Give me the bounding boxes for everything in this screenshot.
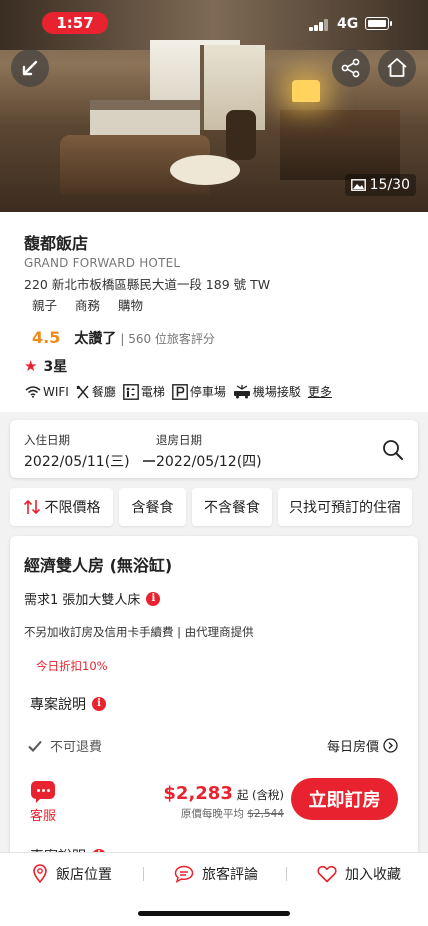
customer-service-button[interactable]: 客服 xyxy=(30,781,56,824)
hotel-name: 馥都飯店 xyxy=(24,234,89,253)
star-rating: ★ 3星 xyxy=(24,356,67,376)
original-price: 原價每晚平均 $2,544 xyxy=(180,808,284,820)
price-suffix: 起 (含稅) xyxy=(236,788,284,802)
reviews-button[interactable]: 旅客評論 xyxy=(174,863,258,885)
search-icon[interactable] xyxy=(382,439,404,461)
heart-icon xyxy=(317,865,337,883)
info-icon[interactable]: i xyxy=(92,697,106,711)
meal-included-chip[interactable]: 含餐食 xyxy=(119,488,186,526)
chevron-right-circle-icon xyxy=(383,738,398,753)
price-filter-chip[interactable]: 不限價格 xyxy=(10,488,113,526)
tag: 親子 xyxy=(32,298,58,313)
rating-verdict: 太讚了 xyxy=(74,331,117,347)
hotel-detail-page: 1:57 4G 15/30 馥都飯店 GRAND FORWARD HOTEL 2… xyxy=(0,0,428,926)
amenities: WIFI 餐廳 電梯 停車場 機場接駁 更多 xyxy=(25,383,332,400)
back-button[interactable] xyxy=(11,49,49,87)
amenity-restaurant: 餐廳 xyxy=(76,383,116,400)
airport-shuttle-icon xyxy=(233,385,250,399)
checkin-label: 入住日期 xyxy=(24,433,70,447)
home-button[interactable] xyxy=(378,49,416,87)
book-now-button[interactable]: 立即訂房 xyxy=(291,778,398,820)
checkin-date[interactable]: 2022/05/11(三) xyxy=(24,451,130,471)
home-icon xyxy=(387,58,407,77)
status-bar: 1:57 4G xyxy=(0,0,428,44)
amenity-shuttle: 機場接駁 xyxy=(233,383,301,400)
filter-chips: 不限價格 含餐食 不含餐食 只找可預訂的住宿 xyxy=(10,488,412,526)
checkout-date[interactable]: 2022/05/12(四) xyxy=(156,451,262,471)
map-pin-icon xyxy=(33,864,47,884)
review-count: | 560 位旅客評分 xyxy=(120,332,215,346)
amenity-elevator: 電梯 xyxy=(122,383,165,400)
info-icon[interactable]: i xyxy=(146,591,161,606)
date-separator xyxy=(143,460,155,462)
divider xyxy=(286,867,287,881)
rating[interactable]: 4.5 太讚了 | 560 位旅客評分 xyxy=(32,328,215,348)
tag: 購物 xyxy=(118,298,144,313)
hotel-tags: 親子 商務 購物 xyxy=(32,295,143,314)
star-icon: ★ xyxy=(24,357,38,375)
room-title: 經濟雙人房 (無浴缸) xyxy=(24,556,173,575)
battery-icon xyxy=(365,17,392,30)
bed-info[interactable]: 需求1 張加大雙人床 i xyxy=(24,589,161,608)
hotel-location-button[interactable]: 飯店位置 xyxy=(32,863,112,885)
back-arrow-icon xyxy=(22,60,38,76)
check-icon xyxy=(28,740,42,752)
divider xyxy=(143,867,144,881)
photo-count-text: 15/30 xyxy=(369,177,410,193)
add-favorite-button[interactable]: 加入收藏 xyxy=(317,863,401,885)
signal-icon xyxy=(309,19,329,31)
discount-badge: 今日折扣10% xyxy=(36,659,108,673)
sort-icon xyxy=(23,499,40,515)
price-block: $2,283 起 (含稅) 原價每晚平均 $2,544 xyxy=(163,783,284,821)
available-only-chip[interactable]: 只找可預訂的住宿 xyxy=(278,488,412,526)
amenity-wifi: WIFI xyxy=(25,385,69,399)
cutlery-icon xyxy=(76,385,89,398)
amenities-more-link[interactable]: 更多 xyxy=(308,383,332,400)
amenity-parking: 停車場 xyxy=(171,383,226,400)
star-label: 3星 xyxy=(43,359,68,375)
image-icon xyxy=(350,179,366,191)
hotel-name-en: GRAND FORWARD HOTEL xyxy=(24,256,181,270)
hotel-address[interactable]: 220 新北市板橋區縣民大道一段 189 號 TW xyxy=(24,274,270,293)
wifi-icon xyxy=(25,386,41,398)
room-price: $2,283 xyxy=(163,783,233,804)
fee-note: 不另加收訂房及信用卡手續費 | 由代理商提供 xyxy=(24,625,254,639)
photo-counter[interactable]: 15/30 xyxy=(344,174,416,196)
elevator-icon xyxy=(122,383,139,400)
share-button[interactable] xyxy=(332,49,370,87)
date-selector[interactable]: 入住日期 2022/05/11(三) 退房日期 2022/05/12(四) xyxy=(10,420,418,478)
plan-description[interactable]: 專案說明 i xyxy=(30,694,106,714)
rating-score: 4.5 xyxy=(32,328,61,347)
room-card: 經濟雙人房 (無浴缸) 需求1 張加大雙人床 i 不另加收訂房及信用卡手續費 |… xyxy=(10,536,418,876)
daily-price-link[interactable]: 每日房價 xyxy=(327,736,398,755)
share-icon xyxy=(341,58,360,78)
status-time: 1:57 xyxy=(42,12,108,34)
chat-bubble-icon xyxy=(31,781,55,803)
tag: 商務 xyxy=(75,298,101,313)
parking-icon xyxy=(171,383,188,400)
hotel-info: 馥都飯店 GRAND FORWARD HOTEL 220 新北市板橋區縣民大道一… xyxy=(0,212,428,412)
refund-policy: 不可退費 xyxy=(28,736,102,755)
checkout-label: 退房日期 xyxy=(156,433,202,447)
home-indicator xyxy=(138,911,290,916)
comment-icon xyxy=(174,865,194,883)
network-label: 4G xyxy=(337,16,359,32)
no-meal-chip[interactable]: 不含餐食 xyxy=(192,488,272,526)
